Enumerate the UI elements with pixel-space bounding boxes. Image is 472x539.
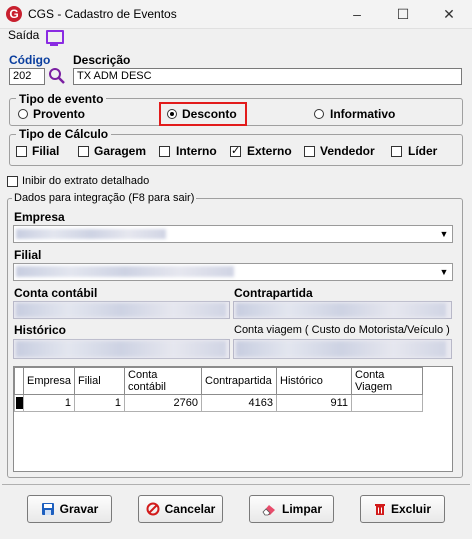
conta-contabil-value-redacted: [16, 303, 226, 317]
codigo-input[interactable]: 202: [9, 68, 45, 85]
historico-label: Histórico: [14, 323, 67, 337]
integracao-grid[interactable]: Empresa Filial Conta contábil Contrapart…: [13, 366, 453, 472]
integracao-table: Empresa Filial Conta contábil Contrapart…: [14, 367, 424, 412]
save-icon: [41, 503, 54, 515]
trash-icon: [374, 504, 385, 515]
excluir-button[interactable]: Excluir: [360, 495, 445, 523]
empresa-value-redacted: [16, 229, 166, 239]
tipo-calculo-title: Tipo de Cálculo: [16, 127, 112, 141]
checkbox-vendedor[interactable]: [304, 146, 315, 157]
col-filial[interactable]: Filial: [74, 367, 126, 395]
checkbox-lider[interactable]: [391, 146, 402, 157]
bottom-divider: [2, 484, 470, 485]
row-indicator-marker: [16, 397, 23, 409]
cell-conta-contabil[interactable]: 2760: [124, 394, 203, 412]
row-indicator-header: [14, 367, 24, 395]
filial-check-label[interactable]: Filial: [32, 144, 59, 158]
checkbox-externo[interactable]: ✓: [230, 146, 241, 157]
descricao-input[interactable]: TX ADM DESC: [73, 68, 462, 85]
excluir-label: Excluir: [390, 502, 432, 516]
inibir-label[interactable]: Inibir do extrato detalhado: [22, 175, 149, 187]
cancelar-label: Cancelar: [164, 502, 216, 516]
cell-historico[interactable]: 911: [276, 394, 353, 412]
cell-empresa[interactable]: 1: [22, 394, 76, 412]
cancelar-button[interactable]: Cancelar: [138, 495, 223, 523]
vendedor-label[interactable]: Vendedor: [320, 144, 375, 158]
cell-conta-viagem[interactable]: [351, 394, 424, 412]
limpar-label: Limpar: [281, 502, 322, 516]
cell-filial[interactable]: 1: [74, 394, 126, 412]
chevron-down-icon[interactable]: ▼: [438, 266, 450, 279]
minimize-button[interactable]: –: [334, 0, 380, 28]
col-empresa[interactable]: Empresa: [22, 367, 76, 395]
gravar-label: Gravar: [59, 502, 99, 516]
chevron-down-icon[interactable]: ▼: [438, 228, 450, 241]
monitor-icon[interactable]: [46, 30, 64, 44]
interno-label[interactable]: Interno: [176, 144, 217, 158]
gravar-button[interactable]: Gravar: [27, 495, 112, 523]
lider-label[interactable]: Líder: [408, 144, 437, 158]
garagem-label[interactable]: Garagem: [94, 144, 146, 158]
externo-label[interactable]: Externo: [247, 144, 292, 158]
close-button[interactable]: ✕: [426, 0, 472, 28]
filial-label: Filial: [14, 248, 42, 262]
cancel-icon: [146, 502, 160, 516]
conta-viagem-value-redacted: [236, 341, 446, 357]
table-header-row: Empresa Filial Conta contábil Contrapart…: [14, 367, 424, 395]
window-title: CGS - Cadastro de Eventos: [28, 7, 177, 21]
col-conta-viagem[interactable]: Conta Viagem: [351, 367, 424, 395]
contrapartida-label: Contrapartida: [234, 286, 313, 300]
menu-saida[interactable]: Saída: [8, 28, 39, 42]
cell-contrapartida[interactable]: 4163: [201, 394, 278, 412]
col-contrapartida[interactable]: Contrapartida: [201, 367, 278, 395]
eraser-icon: [262, 505, 275, 516]
integracao-title: Dados para integração (F8 para sair): [12, 192, 197, 204]
historico-value-redacted: [16, 341, 226, 357]
limpar-button[interactable]: Limpar: [249, 495, 334, 523]
descricao-label: Descrição: [73, 53, 131, 67]
filial-value-redacted: [16, 266, 234, 277]
radio-informativo[interactable]: [314, 109, 324, 119]
checkbox-garagem[interactable]: [78, 146, 89, 157]
conta-viagem-label: Conta viagem ( Custo do Motorista/Veícul…: [234, 324, 450, 336]
desconto-label[interactable]: Desconto: [182, 107, 237, 121]
radio-provento[interactable]: [18, 109, 28, 119]
row-indicator: [14, 394, 24, 412]
monitor-stand: [50, 44, 58, 46]
checkbox-inibir[interactable]: [7, 176, 18, 187]
checkbox-interno[interactable]: [159, 146, 170, 157]
codigo-label: Código: [9, 53, 51, 67]
empresa-label: Empresa: [14, 210, 65, 224]
checkbox-filial[interactable]: [16, 146, 27, 157]
radio-desconto[interactable]: [167, 109, 177, 119]
maximize-button[interactable]: ☐: [380, 0, 426, 28]
conta-contabil-label: Conta contábil: [14, 286, 98, 300]
contrapartida-value-redacted: [236, 303, 446, 317]
col-historico[interactable]: Histórico: [276, 367, 353, 395]
provento-label[interactable]: Provento: [33, 107, 85, 121]
tipo-evento-title: Tipo de evento: [16, 92, 107, 106]
search-icon[interactable]: [48, 67, 66, 85]
app-logo-icon: G: [6, 6, 22, 22]
informativo-label[interactable]: Informativo: [330, 107, 395, 121]
table-row[interactable]: 1 1 2760 4163 911: [14, 394, 424, 412]
col-conta-contabil[interactable]: Conta contábil: [124, 367, 203, 395]
